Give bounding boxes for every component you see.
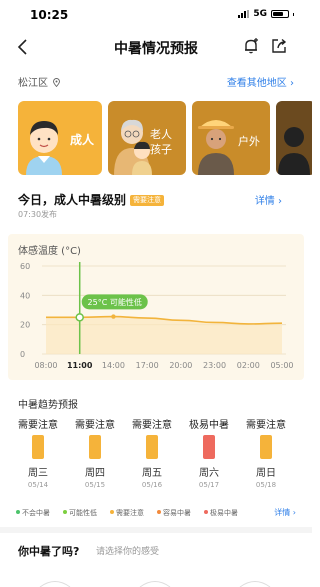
x-tick-label: 02:00: [237, 361, 260, 370]
other-regions-link[interactable]: 查看其他地区 ›: [227, 74, 294, 89]
x-tick-label: 17:00: [136, 361, 159, 370]
legend-item: 需要注意: [110, 508, 144, 518]
status-icons: 5G: [238, 9, 294, 19]
x-tick-label: 14:00: [102, 361, 125, 370]
legend-item: 可能性低: [63, 508, 97, 518]
forecast-day[interactable]: 需要注意周五 05/16: [124, 416, 180, 489]
legend-label: 极易中暑: [210, 509, 238, 517]
feedback-options[interactable]: [0, 572, 312, 587]
legend-item: 不会中暑: [16, 508, 50, 518]
forecast-date: 05/17: [198, 481, 220, 489]
page-title: 中暑情况预报: [114, 41, 198, 57]
data-point: [111, 314, 116, 319]
feedback-hint: 请选择你的感受: [96, 547, 160, 557]
legend-dot: [157, 510, 161, 514]
forecast-level: 需要注意: [18, 420, 58, 431]
group-card-outdoor[interactable]: 户外: [192, 101, 270, 175]
forecast-day[interactable]: 需要注意周日 05/18: [238, 416, 294, 489]
today-level-title: 今日，成人中暑级别 需要注意: [18, 191, 165, 208]
temperature-chart: 0 20 40 60 08:00 11:00 14:00 17:00 20:00 23:00 02:…: [20, 262, 294, 370]
location-row: 松江区 查看其他地区 ›: [18, 74, 294, 90]
chevron-right-icon: ›: [290, 78, 294, 89]
group-label-elderly: 老人: [150, 128, 172, 141]
status-time: 10:25: [30, 8, 69, 22]
forecast-level: 需要注意: [75, 420, 115, 431]
forecast-date: 05/18: [255, 481, 277, 489]
share-icon[interactable]: [270, 37, 288, 55]
forecast-date: 05/16: [141, 481, 163, 489]
level-legend: 详情 › 不会中暑 可能性低 需要注意 容易中暑 极易中暑: [16, 508, 296, 520]
forecast-day[interactable]: 需要注意周四 05/15: [67, 416, 123, 489]
feels-like-temperature-panel: 体感温度 (°C) 0 20 40 60 08:00 11:00 14:00 17:00 20:…: [8, 234, 304, 380]
forecast-level: 极易中暑: [189, 420, 229, 431]
legend-label: 需要注意: [116, 509, 144, 517]
forecast-level-bar: [146, 435, 158, 459]
nav-bar: 中暑情况预报: [0, 34, 312, 60]
location-pin-icon: [53, 78, 61, 87]
forecast-day[interactable]: 需要注意周三 05/14: [10, 416, 66, 489]
forecast-day[interactable]: 极易中暑周六 05/17: [181, 416, 237, 489]
trend-title: 中暑趋势预报: [18, 400, 78, 411]
forecast-weekday: 周六: [199, 468, 219, 479]
forecast-level: 需要注意: [132, 420, 172, 431]
location-name: 松江区: [18, 78, 48, 89]
group-card-adult[interactable]: 成人: [18, 101, 102, 175]
legend-label: 可能性低: [69, 509, 97, 517]
group-card-more[interactable]: [276, 101, 312, 175]
daily-forecast: 需要注意周三 05/14 需要注意周四 05/15 需要注意周五 05/16 极易中暑周六 0…: [10, 416, 302, 492]
level-detail-link[interactable]: 详情 ›: [255, 192, 282, 207]
status-bar: 10:25 5G: [0, 0, 312, 30]
feedback-question: 你中暑了吗?: [18, 545, 80, 558]
legend-detail-link[interactable]: 详情 ›: [274, 507, 296, 518]
group-label-outdoor: 户外: [238, 135, 260, 148]
legend-dot: [63, 510, 67, 514]
publish-time: 07:30发布: [18, 210, 58, 219]
section-divider: [0, 527, 312, 533]
legend-label: 容易中暑: [163, 509, 191, 517]
forecast-weekday: 周日: [256, 468, 276, 479]
x-tick-label: 11:00: [67, 361, 93, 370]
status-badge: 需要注意: [130, 195, 165, 206]
forecast-level-bar: [89, 435, 101, 459]
legend-item: 容易中暑: [157, 508, 191, 518]
tooltip-label: 25°C 可能性低: [88, 297, 142, 307]
legend-dot: [16, 510, 20, 514]
legend-dot: [110, 510, 114, 514]
forecast-weekday: 周四: [85, 468, 105, 479]
y-tick-label: 60: [20, 262, 30, 271]
battery-icon: [271, 10, 289, 18]
bell-plus-icon[interactable]: [242, 37, 260, 55]
forecast-level-bar: [203, 435, 215, 459]
forecast-level-bar: [32, 435, 44, 459]
current-point: [75, 313, 84, 322]
signal-icon: [238, 10, 250, 18]
forecast-weekday: 周三: [28, 468, 48, 479]
series-area: [46, 316, 282, 354]
forecast-weekday: 周五: [142, 468, 162, 479]
y-tick-label: 20: [20, 321, 30, 330]
group-card-elderly-children[interactable]: 老人 孩子: [108, 101, 186, 175]
x-tick-label: 23:00: [203, 361, 226, 370]
forecast-level-bar: [260, 435, 272, 459]
network-label: 5G: [253, 9, 267, 19]
group-label-adult: 成人: [70, 133, 95, 147]
chevron-right-icon: ›: [278, 196, 282, 207]
x-tick-label: 08:00: [34, 361, 57, 370]
y-tick-label: 0: [20, 350, 25, 359]
chevron-right-icon: ›: [292, 508, 296, 517]
forecast-date: 05/15: [84, 481, 106, 489]
forecast-date: 05/14: [27, 481, 49, 489]
x-tick-label: 05:00: [270, 361, 293, 370]
group-selector: 成人 老人 孩子 户外: [18, 101, 312, 175]
legend-dot: [204, 510, 208, 514]
group-label-children: 孩子: [150, 143, 172, 156]
legend-item: 极易中暑: [204, 508, 238, 518]
legend-label: 不会中暑: [22, 509, 50, 517]
forecast-level: 需要注意: [246, 420, 286, 431]
x-tick-label: 20:00: [169, 361, 192, 370]
elderly-child-avatar-icon: [114, 119, 152, 175]
y-tick-label: 40: [20, 291, 30, 300]
